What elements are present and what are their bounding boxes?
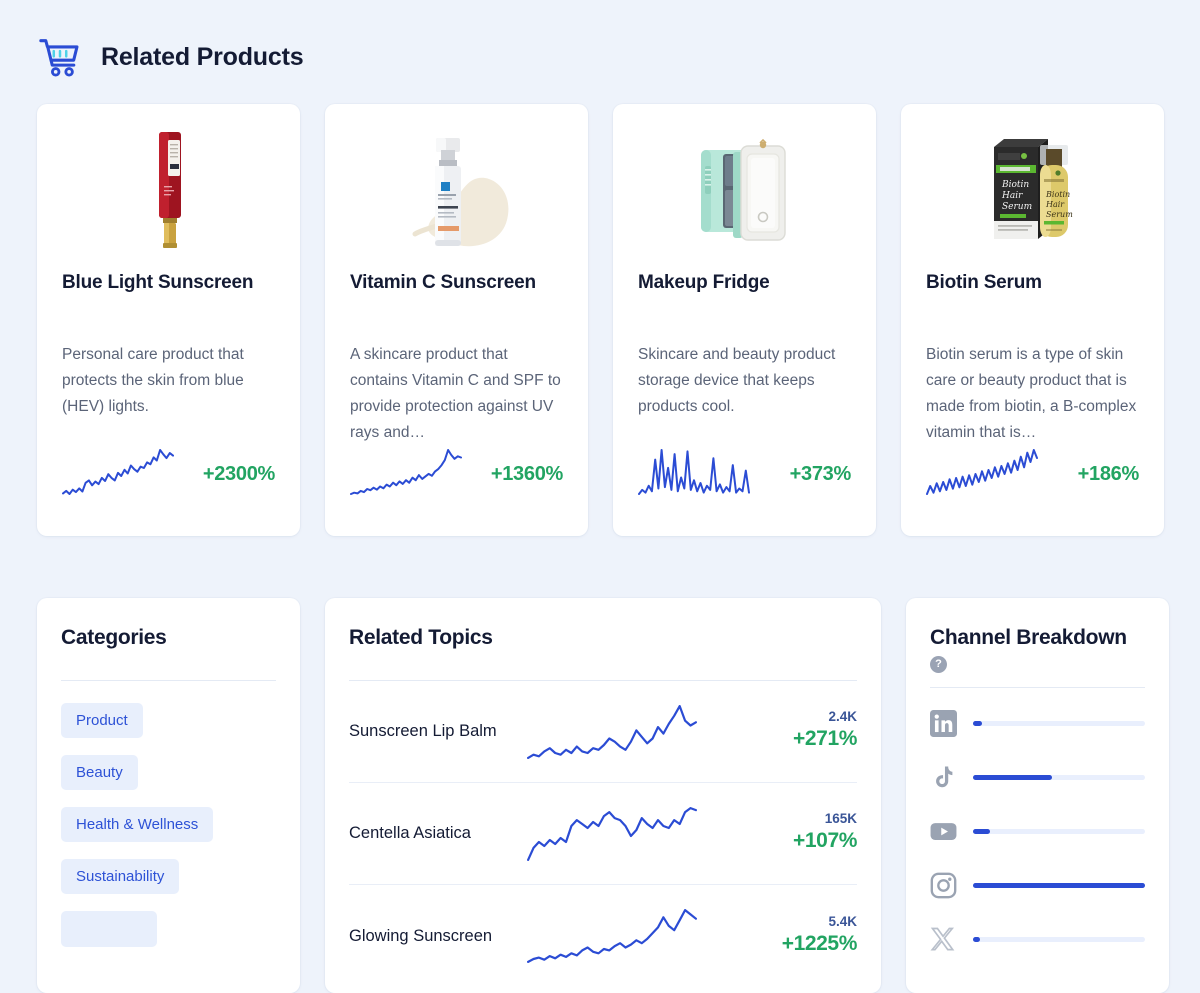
topic-volume: 5.4K	[828, 913, 857, 929]
product-card[interactable]: Makeup Fridge Skincare and beauty produc…	[613, 104, 876, 536]
product-name: Makeup Fridge	[638, 272, 770, 293]
product-description: Biotin serum is a type of skin care or b…	[926, 346, 1137, 442]
bottom-panel-row: Categories Product Beauty Health & Welln…	[0, 598, 1200, 993]
topic-sparkline	[519, 806, 749, 861]
channel-row	[930, 926, 1145, 953]
channel-bar-fill	[973, 721, 982, 726]
topic-stats: 165K +107%	[749, 811, 857, 856]
topic-name: Sunscreen Lip Balm	[349, 722, 497, 740]
category-chip[interactable]: Product	[61, 703, 143, 738]
topic-name: Centella Asiatica	[349, 824, 471, 842]
product-trend-footer: +2300%	[62, 449, 275, 500]
product-card[interactable]: Vitamin C Sunscreen A skincare product t…	[325, 104, 588, 536]
page-title: Related Products	[101, 42, 304, 71]
instagram-icon[interactable]	[930, 872, 957, 899]
channel-bar-track	[973, 937, 1145, 942]
channel-row	[930, 818, 1145, 845]
topic-stats: 2.4K +271%	[749, 709, 857, 754]
channel-bar-track	[973, 721, 1145, 726]
shopping-cart-icon	[37, 34, 83, 80]
topic-name: Glowing Sunscreen	[349, 926, 493, 945]
svg-text:Biotin: Biotin	[1001, 180, 1029, 190]
category-chip[interactable]: Sustainability	[61, 859, 180, 894]
channel-bar-track	[973, 883, 1145, 888]
page-header: Related Products	[0, 0, 1200, 80]
related-topics-title: Related Topics	[349, 626, 493, 649]
x-twitter-icon[interactable]	[930, 926, 957, 953]
product-sparkline	[350, 449, 462, 500]
svg-text:Biotin: Biotin	[1045, 190, 1070, 199]
product-card[interactable]: Biotin Hair Serum Biotin Hair Serum Biot…	[901, 104, 1164, 536]
channel-bar-fill	[973, 775, 1053, 780]
product-card[interactable]: Blue Light Sunscreen Personal care produ…	[37, 104, 300, 536]
product-trend-footer: +186%	[926, 449, 1139, 500]
product-name: Biotin Serum	[926, 272, 1042, 293]
tiktok-icon[interactable]	[930, 764, 957, 791]
channel-bar-track	[973, 829, 1145, 834]
linkedin-icon[interactable]	[930, 710, 957, 737]
channel-list	[930, 688, 1145, 953]
product-name: Blue Light Sunscreen	[62, 272, 254, 293]
product-growth-percent: +1360%	[490, 463, 563, 485]
vitamin-c-serum-pump-bottle-image	[350, 126, 563, 256]
related-topics-panel: Related Topics Sunscreen Lip Balm 2.4K +…	[325, 598, 881, 993]
categories-title: Categories	[61, 626, 167, 649]
topic-stats: 5.4K +1225%	[749, 913, 858, 959]
category-chip[interactable]: Beauty	[61, 755, 138, 790]
svg-text:Hair: Hair	[1001, 191, 1023, 201]
topic-row[interactable]: Sunscreen Lip Balm 2.4K +271%	[349, 681, 857, 783]
topic-volume: 2.4K	[828, 709, 857, 725]
product-card-row: Blue Light Sunscreen Personal care produ…	[0, 104, 1200, 536]
product-sparkline	[62, 449, 174, 500]
svg-text:Serum: Serum	[1046, 210, 1073, 219]
channel-bar-track	[973, 775, 1145, 780]
channel-bar-fill	[973, 883, 1145, 888]
topic-growth-percent: +271%	[793, 727, 857, 751]
topic-row[interactable]: Glowing Sunscreen 5.4K +1225%	[349, 885, 857, 987]
channel-bar-fill	[973, 937, 980, 942]
channel-row	[930, 710, 1145, 737]
mint-makeup-fridge-image	[638, 126, 851, 256]
product-growth-percent: +373%	[789, 463, 852, 485]
channel-bar-fill	[973, 829, 991, 834]
categories-panel: Categories Product Beauty Health & Welln…	[37, 598, 300, 993]
category-chip[interactable]	[61, 911, 157, 947]
help-circle-icon[interactable]: ?	[930, 656, 947, 673]
category-chip-list: Product Beauty Health & Wellness Sustain…	[61, 681, 276, 947]
channel-row	[930, 764, 1145, 791]
product-description: Skincare and beauty product storage devi…	[638, 346, 836, 416]
related-products-page: Related Products Blue Light Sunscreen Pe…	[0, 0, 1200, 993]
product-sparkline	[926, 449, 1038, 500]
topic-growth-percent: +107%	[793, 829, 857, 853]
topic-sparkline	[519, 704, 749, 759]
topic-volume: 165K	[824, 811, 857, 827]
channel-row	[930, 872, 1145, 899]
product-description: A skincare product that contains Vitamin…	[350, 346, 561, 442]
svg-text:Hair: Hair	[1045, 200, 1065, 209]
youtube-icon[interactable]	[930, 818, 957, 845]
biotin-hair-serum-box-and-bottle-image: Biotin Hair Serum Biotin Hair Serum	[926, 126, 1139, 256]
category-chip[interactable]: Health & Wellness	[61, 807, 214, 842]
product-sparkline	[638, 449, 750, 500]
product-name: Vitamin C Sunscreen	[350, 272, 536, 293]
red-sunscreen-tube-image	[62, 126, 275, 256]
product-growth-percent: +186%	[1077, 463, 1140, 485]
product-description: Personal care product that protects the …	[62, 346, 244, 416]
topic-sparkline	[519, 909, 749, 963]
channel-breakdown-panel: Channel Breakdown ?	[906, 598, 1169, 993]
help-row: ?	[930, 656, 1145, 673]
related-topics-list: Sunscreen Lip Balm 2.4K +271% Centella A…	[349, 681, 857, 987]
product-trend-footer: +373%	[638, 449, 851, 500]
product-growth-percent: +2300%	[202, 463, 275, 485]
product-trend-footer: +1360%	[350, 449, 563, 500]
svg-text:Serum: Serum	[1002, 202, 1032, 212]
topic-row[interactable]: Centella Asiatica 165K +107%	[349, 783, 857, 885]
topic-growth-percent: +1225%	[781, 931, 858, 955]
channel-breakdown-title: Channel Breakdown	[930, 626, 1127, 649]
